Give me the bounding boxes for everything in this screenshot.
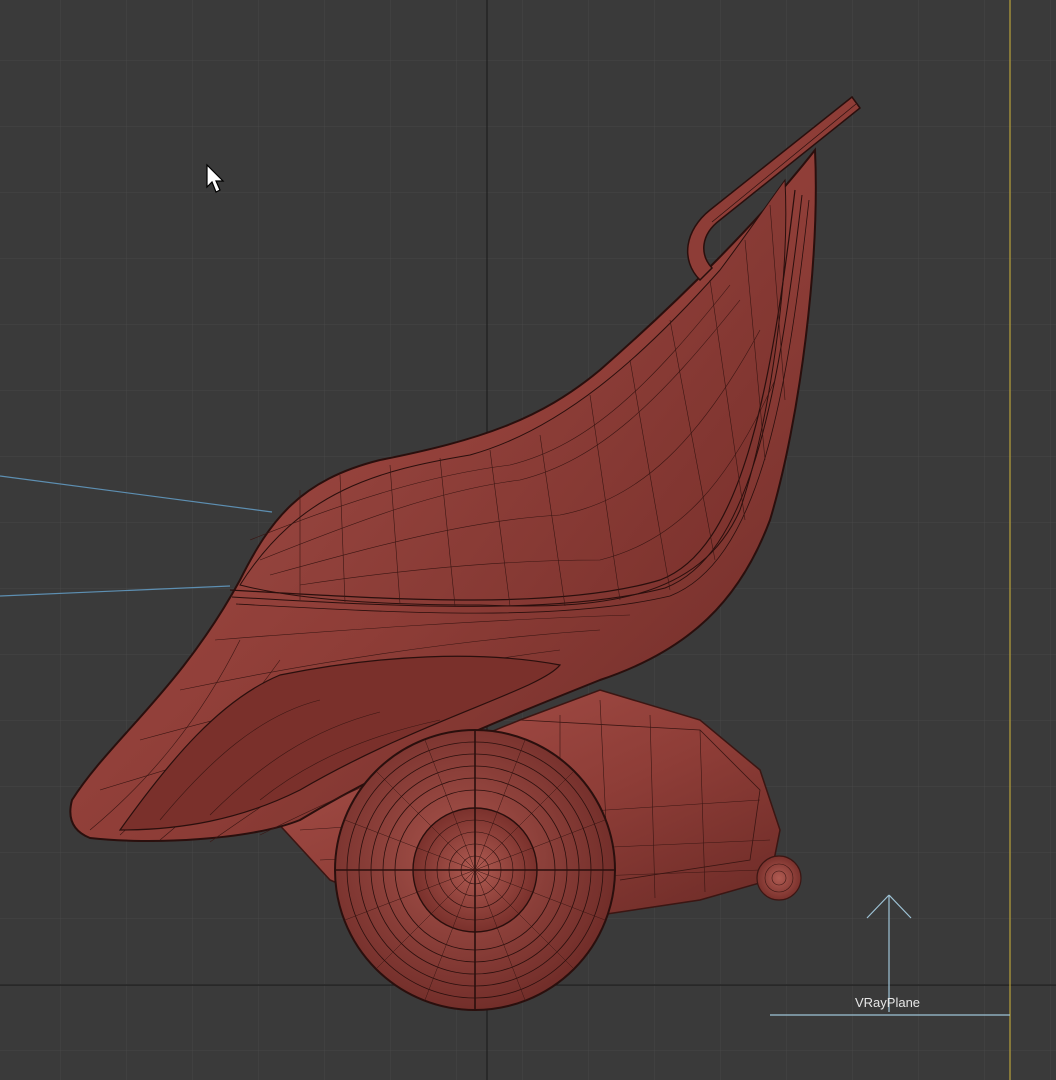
3d-viewport[interactable]: VRayPlane [0,0,1056,1080]
main-wheel[interactable] [334,729,616,1011]
vray-plane-label: VRayPlane [855,995,920,1010]
rear-caster[interactable] [756,855,802,901]
